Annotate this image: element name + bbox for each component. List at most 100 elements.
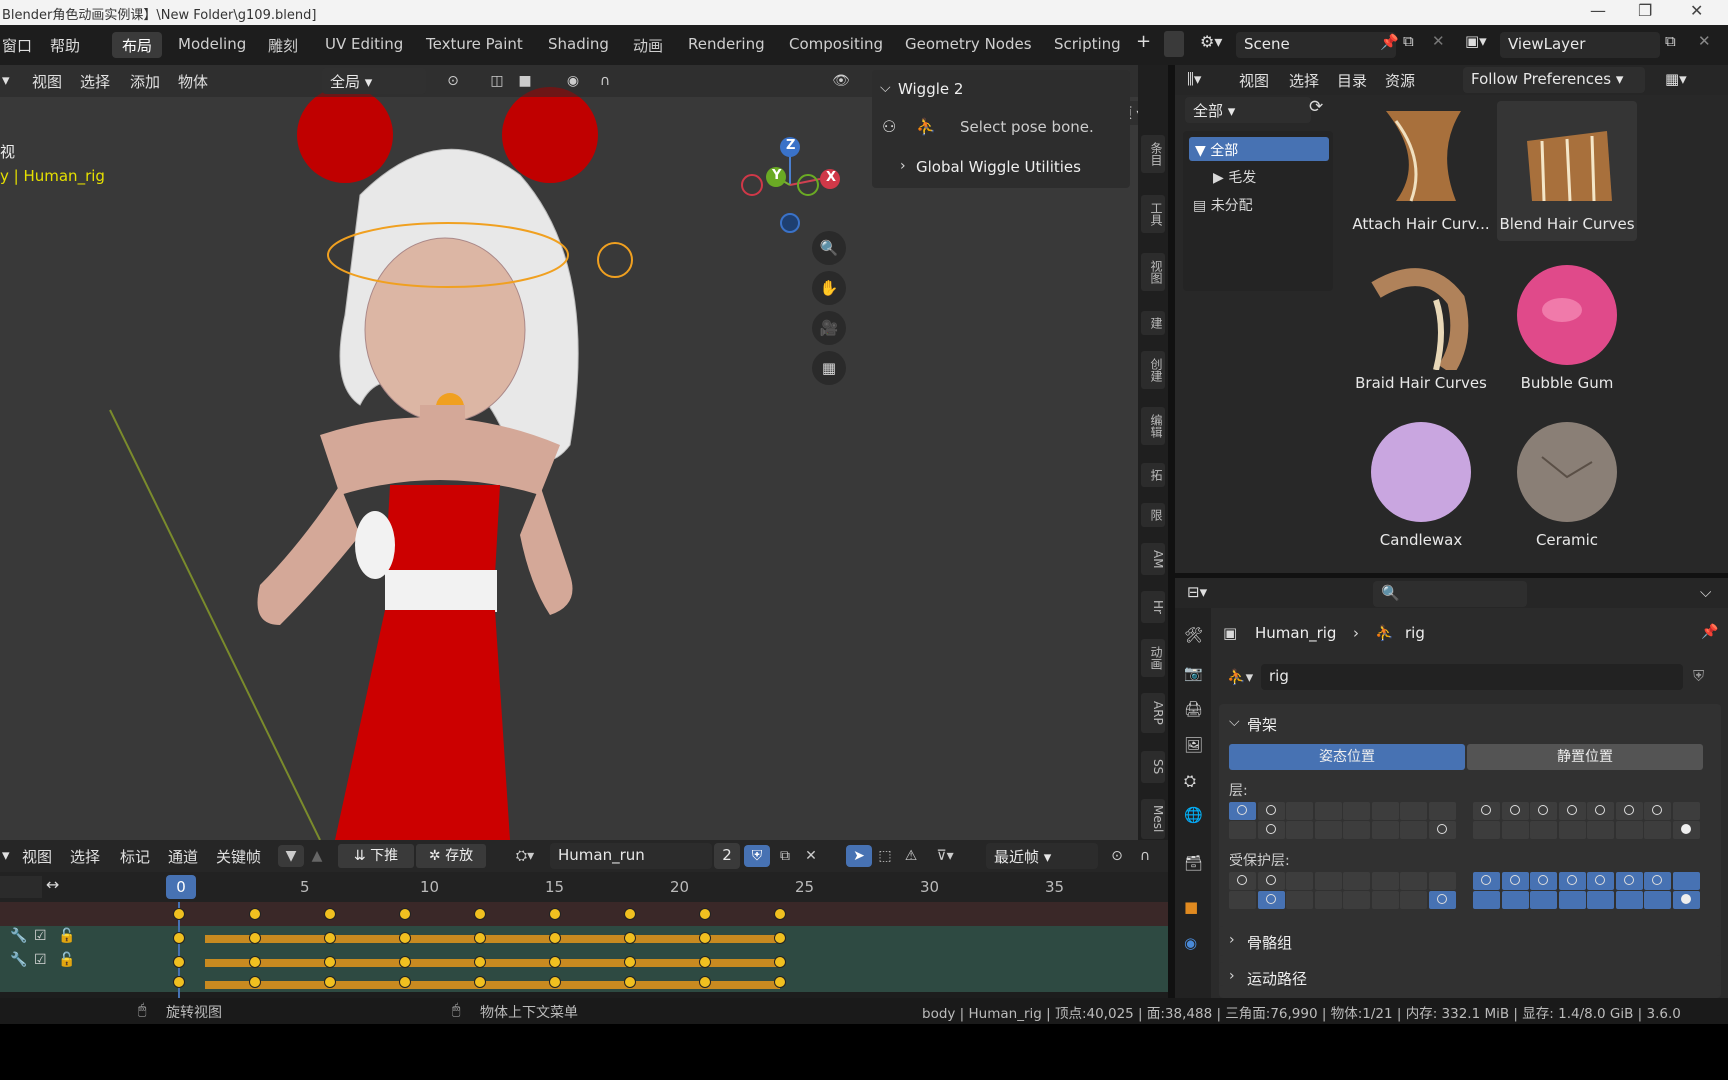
asset-editor-type-icon[interactable]: ⫼▾ <box>1187 70 1201 88</box>
layer-toggle[interactable] <box>1644 872 1671 890</box>
layer-toggle[interactable] <box>1672 872 1700 890</box>
refresh-icon[interactable]: ⟳ <box>1309 97 1323 117</box>
pin-icon[interactable]: 📌 <box>1380 33 1399 51</box>
camera-view-icon[interactable]: 🎥 <box>812 311 846 345</box>
layer-toggle[interactable] <box>1286 821 1313 839</box>
keyframe[interactable] <box>173 908 185 920</box>
tab-modeling[interactable]: Modeling <box>168 32 256 58</box>
layer-toggle[interactable] <box>1400 872 1427 890</box>
collapse-chevron-icon[interactable]: ⌵ <box>880 80 891 96</box>
keyframe[interactable] <box>624 956 636 968</box>
layer-toggle[interactable] <box>1257 891 1285 909</box>
pivot-icon[interactable]: ⊙ <box>440 70 466 92</box>
tab-texture-paint[interactable]: Texture Paint <box>416 32 533 58</box>
sidebar-tab-edit[interactable]: 编辑 <box>1141 407 1165 445</box>
tab-layout[interactable]: 布局 <box>112 32 163 58</box>
keyframe[interactable] <box>249 932 261 944</box>
asset-braid-hair[interactable]: Braid Hair Curves <box>1351 260 1491 400</box>
viewlayer-icon[interactable]: ▣▾ <box>1465 32 1487 50</box>
keyframe[interactable] <box>624 908 636 920</box>
close-button[interactable]: ✕ <box>1690 1 1703 20</box>
object-tab-icon[interactable]: ■ <box>1184 898 1198 916</box>
layer-toggle[interactable] <box>1343 872 1370 890</box>
sidebar-tab-animation[interactable]: 动画 <box>1141 639 1165 677</box>
scene-icon[interactable]: ⚙▾ <box>1200 32 1222 51</box>
layer-toggle[interactable] <box>1501 891 1529 909</box>
asset-attach-hair[interactable]: Attach Hair Curv... <box>1351 101 1491 241</box>
area-separator[interactable] <box>1175 573 1728 578</box>
layer-toggle[interactable] <box>1501 872 1529 890</box>
layer-toggle[interactable] <box>1530 891 1557 909</box>
layer-toggle[interactable] <box>1371 891 1399 909</box>
layer-toggle[interactable] <box>1558 872 1586 890</box>
tab-rendering[interactable]: Rendering <box>678 32 775 58</box>
layer-toggle[interactable] <box>1314 821 1342 839</box>
tab-shading[interactable]: Shading <box>538 32 619 58</box>
layer-toggle[interactable] <box>1530 872 1557 890</box>
layer-toggle[interactable] <box>1343 821 1370 839</box>
display-mode-icon[interactable]: ▦▾ <box>1665 70 1687 88</box>
keyframe[interactable] <box>249 956 261 968</box>
menu-help[interactable]: 帮助 <box>50 35 80 56</box>
sidebar-tab-mesl[interactable]: Mesl <box>1141 799 1165 839</box>
pin-icon[interactable]: 📌 <box>1701 624 1718 640</box>
keyframe[interactable] <box>249 908 261 920</box>
scene-selector[interactable]: Scene <box>1236 32 1396 58</box>
layer-toggle[interactable] <box>1229 872 1256 890</box>
catalog-item-hair[interactable]: ▶ 毛发 <box>1213 167 1256 187</box>
physics-tab-icon[interactable]: ◉ <box>1184 934 1197 952</box>
collapse-chevron-icon[interactable]: ⌵ <box>1229 714 1240 730</box>
pan-hand-icon[interactable]: ✋ <box>812 271 846 305</box>
layer-toggle[interactable] <box>1587 891 1614 909</box>
layer-toggle[interactable] <box>1371 821 1399 839</box>
layer-toggle[interactable] <box>1473 872 1500 890</box>
tab-scripting[interactable]: Scripting <box>1044 32 1131 58</box>
layer-toggle[interactable] <box>1428 802 1456 820</box>
layer-toggle[interactable] <box>1473 802 1500 820</box>
render-tab-icon[interactable]: 📷 <box>1184 664 1203 682</box>
rest-position-button[interactable]: 静置位置 <box>1467 744 1703 770</box>
tab-sculpt[interactable]: 雕刻 <box>258 32 308 58</box>
snap-icon[interactable]: ◫ <box>484 70 510 92</box>
keyframe[interactable] <box>699 908 711 920</box>
properties-options-icon[interactable]: ⌵ <box>1700 583 1711 601</box>
bone-groups-panel[interactable]: › 骨骼组 <box>1219 926 1721 956</box>
scene-tab-icon[interactable]: ⛭ <box>1184 772 1196 790</box>
layer-toggle[interactable] <box>1400 891 1427 909</box>
tab-geometry-nodes[interactable]: Geometry Nodes <box>895 32 1042 58</box>
layer-toggle[interactable] <box>1257 821 1285 839</box>
layer-toggle[interactable] <box>1286 872 1313 890</box>
armature-data-browse-icon[interactable]: ⛹▾ <box>1227 668 1253 686</box>
layer-toggle[interactable] <box>1587 821 1614 839</box>
layer-toggle[interactable] <box>1229 802 1256 820</box>
keyframe[interactable] <box>774 908 786 920</box>
layer-toggle[interactable] <box>1615 891 1643 909</box>
motion-paths-panel[interactable]: › 运动路径 <box>1219 962 1721 986</box>
keyframe[interactable] <box>399 976 411 988</box>
asset-menu-assets[interactable]: 资源 <box>1385 70 1415 91</box>
protected-layers-grid-left[interactable] <box>1229 872 1459 910</box>
maximize-button[interactable]: ❐ <box>1638 1 1652 20</box>
sidebar-tab-item[interactable]: 条目 <box>1141 135 1165 173</box>
keyframe[interactable] <box>549 956 561 968</box>
keyframe[interactable] <box>399 908 411 920</box>
layer-toggle[interactable] <box>1501 821 1529 839</box>
falloff-icon[interactable]: ∩ <box>592 70 618 92</box>
viewport-menu-select[interactable]: 选择 <box>80 71 110 92</box>
layer-toggle[interactable] <box>1587 872 1614 890</box>
keyframe[interactable] <box>173 956 185 968</box>
keyframe[interactable] <box>324 908 336 920</box>
sidebar-tab-extend[interactable]: 拓 <box>1141 463 1165 487</box>
keyframe[interactable] <box>699 932 711 944</box>
perspective-grid-icon[interactable]: ▦ <box>812 351 846 385</box>
menu-window[interactable]: 窗口 <box>2 35 32 56</box>
layer-toggle[interactable] <box>1530 821 1557 839</box>
sidebar-tab-arp[interactable]: ARP <box>1141 693 1165 733</box>
view-layer-tab-icon[interactable]: 🖼 <box>1184 736 1203 754</box>
output-tab-icon[interactable]: 🖨 <box>1184 700 1203 718</box>
new-scene-icon[interactable]: ⧉ <box>1403 32 1414 50</box>
keyframe[interactable] <box>324 956 336 968</box>
viewlayer-selector[interactable]: ViewLayer <box>1500 32 1660 58</box>
keyframe[interactable] <box>774 932 786 944</box>
layer-toggle[interactable] <box>1428 891 1456 909</box>
